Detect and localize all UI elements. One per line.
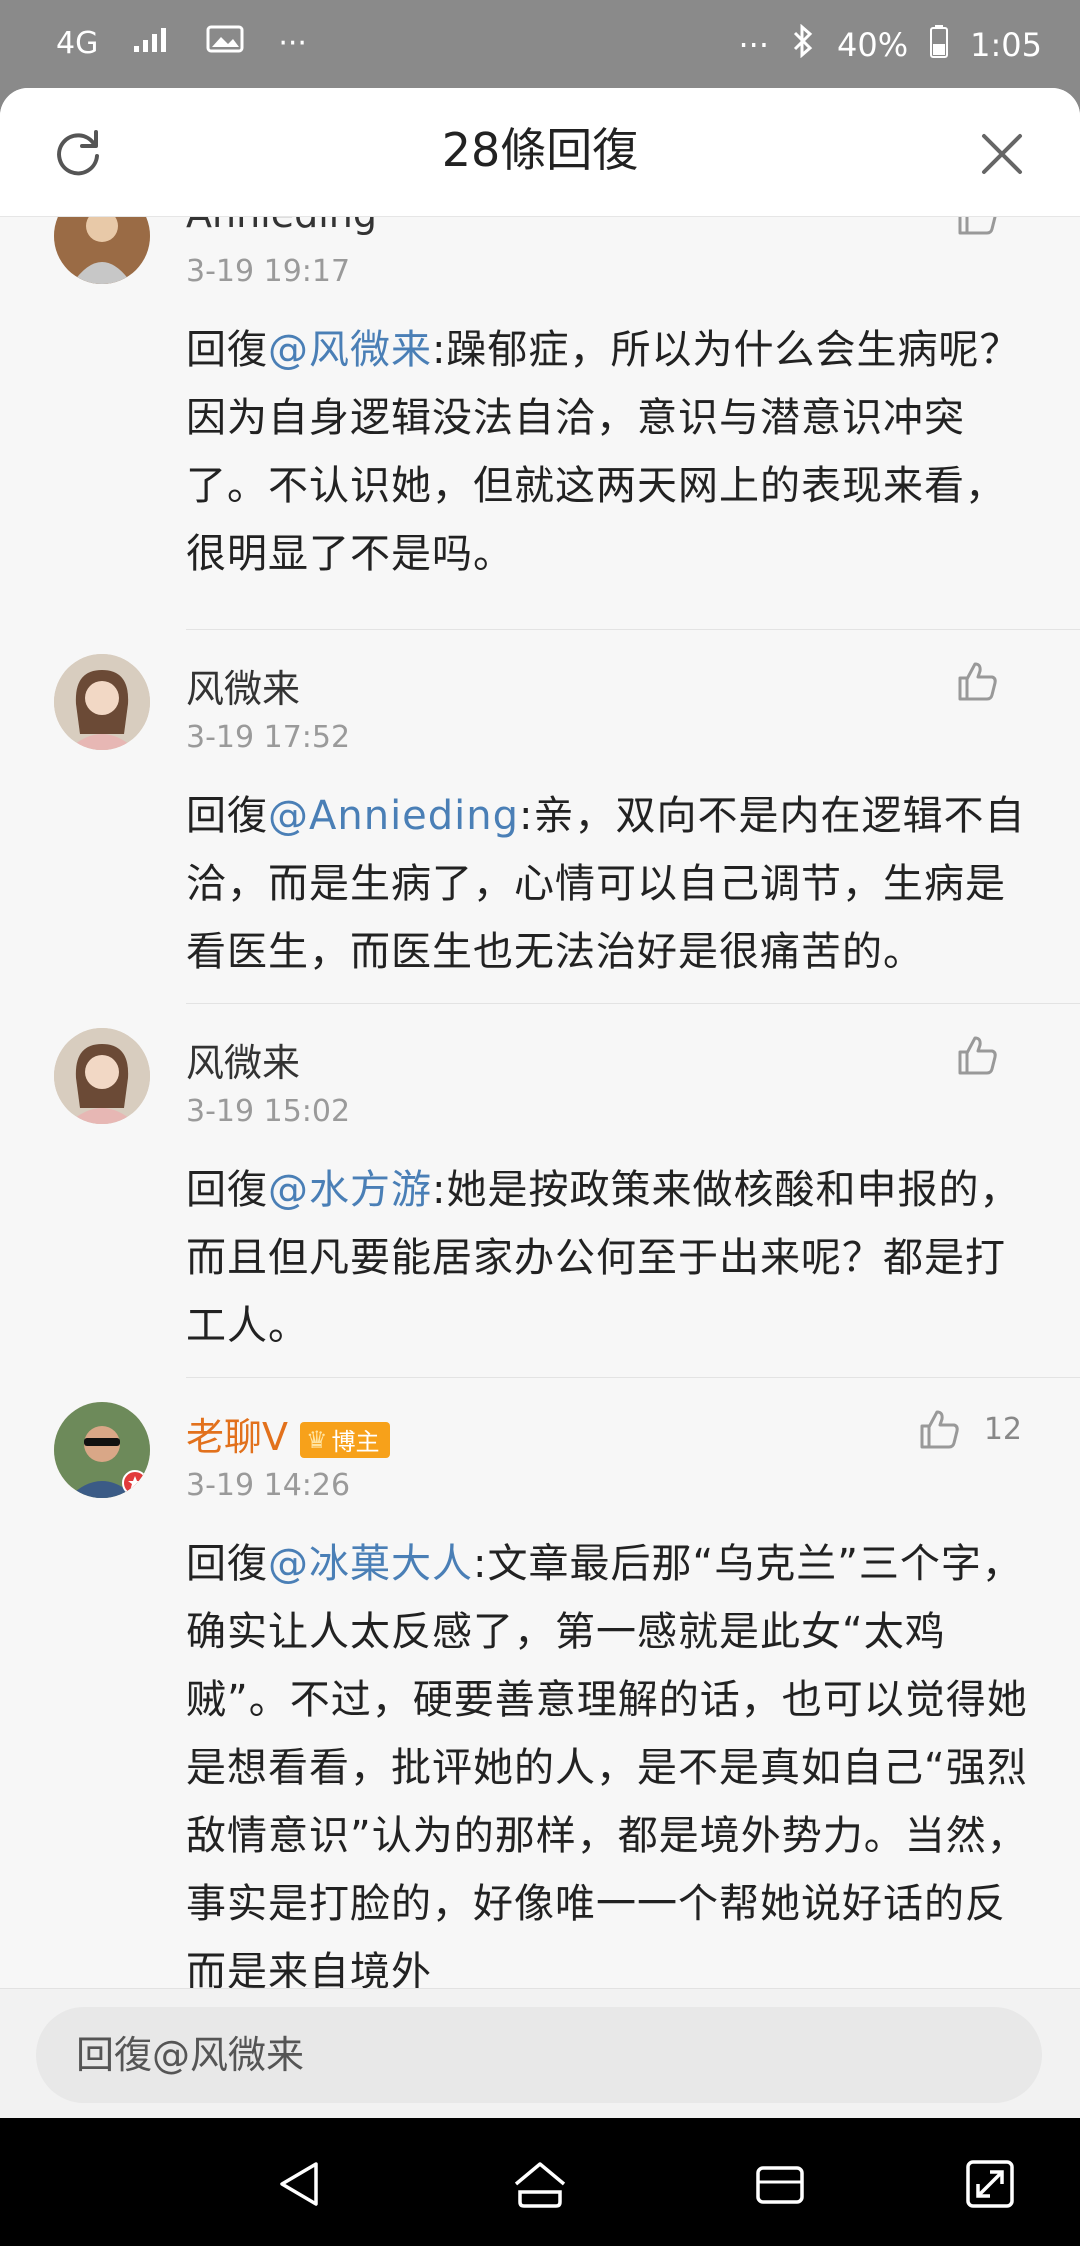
home-button[interactable]	[510, 2154, 570, 2214]
thumbs-up-icon	[958, 1036, 997, 1075]
mention-link[interactable]: @冰菓大人	[268, 1541, 473, 1587]
battery-icon	[930, 24, 949, 66]
comment-item[interactable]: 风微来 3-19 17:52 回復@Annieding:亲，双向不是内在逻辑不自…	[0, 630, 1080, 1004]
network-type-icon: 4G	[56, 25, 99, 61]
reply-prefix: 回復	[186, 1541, 268, 1587]
comment-body: 回復@冰菓大人:文章最后那“乌克兰”三个字，确实让人太反感了，第一感就是此女“太…	[186, 1530, 1030, 2006]
more-notifications-icon: ···	[278, 25, 307, 61]
signal-icon	[132, 24, 172, 62]
comment-body: 回復@水方游:她是按政策来做核酸和申报的，而且但凡要能居家办公何至于出来呢？都是…	[186, 1156, 1030, 1360]
comment-body: 回復@Annieding:亲，双向不是内在逻辑不自洽，而是生病了，心情可以自己调…	[186, 782, 1030, 986]
reply-input[interactable]	[36, 2007, 1042, 2103]
reply-prefix: 回復	[186, 327, 268, 373]
clock: 1:05	[970, 26, 1042, 64]
comment-list[interactable]: Annieding 3-19 19:17 回復@风微来:躁郁症，所以为什么会生病…	[0, 216, 1080, 2076]
home-icon	[514, 2162, 566, 2208]
battery-percent: 40%	[837, 26, 909, 64]
verified-badge-icon	[122, 1470, 148, 1496]
thumbs-up-icon	[958, 216, 997, 235]
avatar[interactable]	[54, 1402, 150, 1498]
reply-prefix: 回復	[186, 793, 268, 839]
like-button[interactable]: 12	[916, 1406, 1022, 1452]
blogger-badge: ♛ 博主	[300, 1421, 390, 1458]
navigation-bar	[0, 2118, 1080, 2246]
comment-item[interactable]: 老聊V ♛ 博主 12 3-19 14:26 回復@冰菓大人:文章最后那“乌克兰”三…	[0, 1378, 1080, 2076]
back-triangle-icon	[280, 2162, 318, 2206]
replies-sheet: 28條回復 Annieding 3-19 19:17 回復@风微来:躁郁症，所以…	[0, 88, 1080, 2118]
recent-apps-icon	[756, 2166, 804, 2204]
comment-time: 3-19 19:17	[186, 254, 351, 289]
like-button[interactable]	[954, 216, 1022, 238]
crown-icon: ♛	[306, 1425, 328, 1454]
comment-author[interactable]: 风微来	[186, 1032, 300, 1087]
comment-time: 3-19 17:52	[186, 720, 351, 755]
comment-item[interactable]: 风微来 3-19 15:02 回復@水方游:她是按政策来做核酸和申报的，而且但凡…	[0, 1004, 1080, 1378]
mention-link[interactable]: @Annieding	[268, 793, 519, 839]
more-status-icon: ···	[738, 26, 770, 64]
comment-author[interactable]: Annieding	[186, 216, 377, 236]
sheet-header: 28條回復	[0, 88, 1080, 217]
close-button[interactable]	[974, 126, 1030, 182]
comment-author[interactable]: 老聊V ♛ 博主	[186, 1406, 390, 1461]
thumbs-up-icon	[958, 662, 997, 701]
mention-link[interactable]: @水方游	[268, 1167, 432, 1213]
comment-time: 3-19 14:26	[186, 1468, 351, 1503]
thumbs-up-icon	[920, 1410, 959, 1449]
comment-author[interactable]: 风微来	[186, 658, 300, 713]
gallery-icon	[206, 24, 244, 62]
comment-time: 3-19 15:02	[186, 1094, 351, 1129]
page-title: 28條回復	[441, 123, 639, 177]
status-bar: 4G ··· ··· 40% 1:05	[0, 0, 1080, 90]
like-button[interactable]	[954, 1032, 1022, 1078]
badge-label: 博主	[331, 1428, 380, 1456]
recent-apps-button[interactable]	[750, 2154, 810, 2214]
mention-link[interactable]: @风微来	[268, 327, 432, 373]
like-button[interactable]	[954, 658, 1022, 704]
fullscreen-toggle-button[interactable]	[960, 2154, 1020, 2214]
reply-prefix: 回復	[186, 1167, 268, 1213]
back-button[interactable]	[270, 2154, 330, 2214]
close-icon	[982, 134, 1022, 174]
comment-body: 回復@风微来:躁郁症，所以为什么会生病呢？因为自身逻辑没法自洽，意识与潜意识冲突…	[186, 316, 1030, 588]
author-name[interactable]: 老聊V	[186, 1415, 288, 1459]
like-count: 12	[983, 1411, 1022, 1447]
avatar[interactable]	[54, 1028, 150, 1124]
comment-item[interactable]: Annieding 3-19 19:17 回復@风微来:躁郁症，所以为什么会生病…	[0, 216, 1080, 630]
avatar[interactable]	[54, 216, 150, 284]
expand-icon	[966, 2160, 1014, 2208]
comment-text: :文章最后那“乌克兰”三个字，确实让人太反感了，第一感就是此女“太鸡贼”。不过，…	[186, 1541, 1028, 1995]
bluetooth-icon	[791, 23, 815, 66]
reply-bar	[0, 1988, 1080, 2118]
avatar[interactable]	[54, 654, 150, 750]
